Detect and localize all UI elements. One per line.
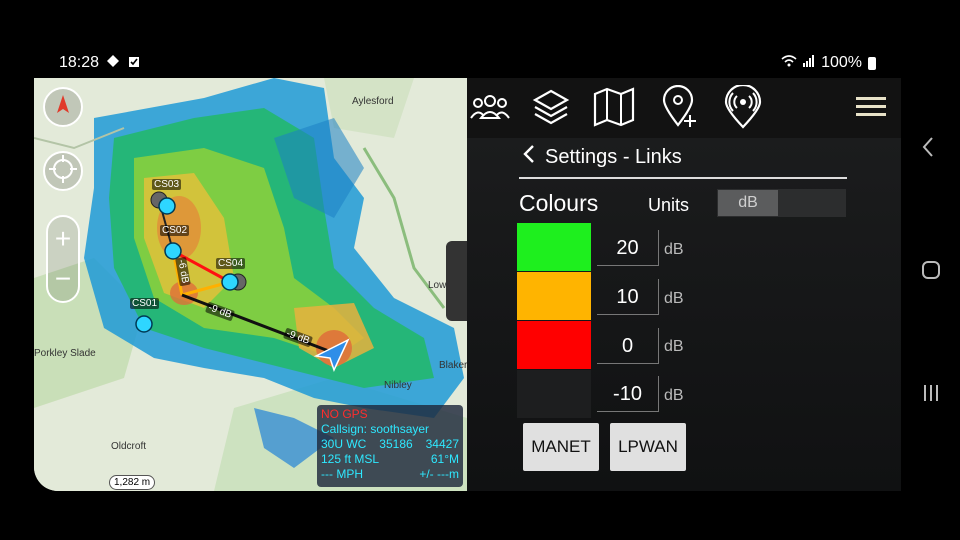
- threshold-input-2[interactable]: 10: [597, 279, 659, 315]
- title-divider: [519, 177, 847, 179]
- page-title: Settings - Links: [545, 145, 682, 168]
- top-toolbar: [467, 78, 901, 138]
- compass-icon: [51, 93, 75, 122]
- units-selector[interactable]: dB: [717, 189, 846, 217]
- back-button[interactable]: Settings - Links: [523, 144, 682, 170]
- menu-icon[interactable]: [848, 84, 894, 130]
- grid-easting: 35186: [379, 437, 413, 451]
- battery-percent: 100%: [821, 54, 862, 71]
- grid-prefix: 30U WC: [321, 437, 367, 451]
- node-label[interactable]: CS03: [152, 179, 182, 190]
- place-label: Oldcroft: [111, 441, 147, 452]
- threshold-unit: dB: [664, 338, 684, 355]
- threshold-unit: dB: [664, 387, 684, 404]
- threshold-unit: dB: [664, 290, 684, 307]
- threshold-unit: dB: [664, 241, 684, 258]
- colour-swatch-4[interactable]: [517, 370, 591, 418]
- compass-button[interactable]: [43, 87, 83, 127]
- map-view[interactable]: -6 dB -9 dB -9 dB CS03 CS02 CS04 CS01 Ay…: [34, 78, 467, 491]
- callsign: Callsign: soothsayer: [321, 422, 430, 436]
- units-option-db[interactable]: dB: [718, 190, 778, 216]
- altitude: 125 ft MSL: [321, 452, 380, 466]
- place-label: Nibley: [384, 380, 412, 391]
- status-bar: 18:28 100%: [0, 0, 960, 78]
- settings-links-panel: Settings - Links Colours Units dB 20 dB …: [467, 138, 901, 491]
- signal-icon: [803, 54, 815, 72]
- locate-button[interactable]: [43, 151, 83, 191]
- nav-recents-icon[interactable]: [921, 383, 941, 408]
- accuracy: +/- ---m: [419, 467, 459, 481]
- system-nav-bar: [901, 78, 960, 491]
- wifi-icon: [781, 54, 797, 72]
- radio-broadcast-icon[interactable]: [720, 84, 766, 130]
- zoom-out-button[interactable]: −: [48, 259, 78, 299]
- battery-icon: [868, 56, 876, 70]
- crosshair-icon: [48, 154, 78, 189]
- checkbox-notification-icon: [128, 55, 140, 73]
- panel-drag-handle[interactable]: [446, 241, 467, 321]
- layers-icon[interactable]: [528, 84, 574, 130]
- zoom-control: + −: [46, 215, 80, 303]
- nav-back-icon[interactable]: [921, 136, 935, 163]
- node-label[interactable]: CS04: [216, 258, 246, 269]
- zoom-in-button[interactable]: +: [48, 219, 78, 259]
- location-info-panel: NO GPS Callsign: soothsayer 30U WC 35186…: [317, 405, 463, 487]
- threshold-input-1[interactable]: 20: [597, 230, 659, 266]
- colour-swatch-3[interactable]: [517, 321, 591, 369]
- gps-status: NO GPS: [321, 407, 368, 421]
- grid-northing: 34427: [425, 437, 459, 451]
- colours-heading: Colours: [519, 190, 599, 216]
- map-icon[interactable]: [591, 84, 637, 130]
- manet-button[interactable]: MANET: [523, 423, 599, 471]
- team-icon[interactable]: [467, 84, 513, 130]
- notification-icon: [106, 54, 120, 73]
- colour-swatch-2[interactable]: [517, 272, 591, 320]
- place-label: Porkley Slade: [34, 348, 96, 359]
- chevron-left-icon: [523, 144, 535, 170]
- status-time: 18:28: [59, 54, 100, 71]
- add-marker-icon[interactable]: [657, 84, 703, 130]
- threshold-input-3[interactable]: 0: [597, 328, 659, 364]
- scale-bar: 1,282 m: [109, 475, 156, 490]
- place-label: Aylesford: [352, 96, 394, 107]
- colour-swatch-1[interactable]: [517, 223, 591, 271]
- units-label: Units: [648, 195, 690, 215]
- node-label[interactable]: CS02: [160, 225, 190, 236]
- lpwan-button[interactable]: LPWAN: [610, 423, 686, 471]
- node-label[interactable]: CS01: [130, 298, 160, 309]
- nav-home-icon[interactable]: [921, 260, 941, 285]
- speed: --- MPH: [321, 467, 363, 481]
- threshold-input-4[interactable]: -10: [597, 376, 659, 412]
- place-label: Blaker: [439, 360, 467, 371]
- heading: 61°M: [430, 452, 459, 466]
